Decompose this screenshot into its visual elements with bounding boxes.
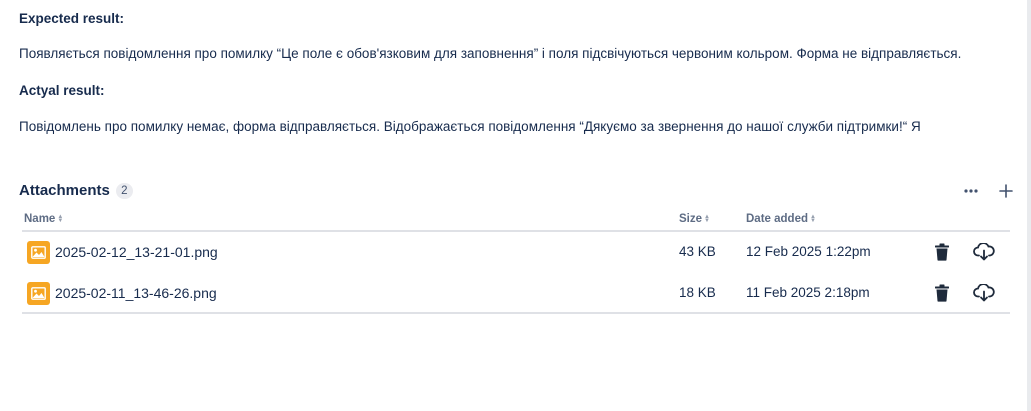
add-attachment-button[interactable] — [995, 180, 1017, 202]
attachments-table: Name ▲ ▼ Size ▲ ▼ Date added ▲ ▼ 2025-02-12… — [22, 208, 1010, 314]
column-size-label: Size — [679, 213, 703, 225]
sort-icon: ▲ ▼ — [704, 214, 710, 224]
attachments-header: Attachments 2 — [19, 182, 133, 199]
plus-icon — [999, 184, 1013, 198]
file-name-link[interactable]: 2025-02-12_13-21-01.png — [55, 244, 218, 260]
file-name-link[interactable]: 2025-02-11_13-46-26.png — [55, 285, 217, 301]
expected-result-text: Появляється повідомлення про помилку “Це… — [19, 46, 962, 61]
cloud-download-icon — [973, 243, 995, 261]
table-header: Name ▲ ▼ Size ▲ ▼ Date added ▲ ▼ — [22, 208, 1010, 232]
sort-icon: ▲ ▼ — [810, 214, 816, 224]
trash-icon — [935, 284, 949, 302]
table-row[interactable]: 2025-02-12_13-21-01.png 43 KB 12 Feb 202… — [22, 232, 1010, 273]
file-date-added: 11 Feb 2025 2:18pm — [746, 285, 870, 300]
file-size: 43 KB — [679, 244, 716, 259]
scrollbar-track[interactable] — [1027, 0, 1031, 411]
column-date-label: Date added — [746, 213, 808, 225]
image-icon — [27, 282, 50, 305]
more-actions-button[interactable] — [960, 180, 982, 202]
cloud-download-icon — [973, 284, 995, 302]
attachments-count-badge: 2 — [115, 182, 133, 199]
column-name-label: Name — [24, 213, 56, 225]
column-header-date[interactable]: Date added ▲ ▼ — [746, 213, 816, 225]
column-header-name[interactable]: Name ▲ ▼ — [24, 213, 63, 225]
actual-result-heading: Actyal result: — [19, 83, 105, 98]
image-icon — [27, 241, 50, 264]
attachments-title: Attachments — [19, 182, 110, 199]
more-horizontal-icon — [964, 189, 978, 193]
delete-attachment-button[interactable] — [931, 241, 953, 263]
expected-result-heading: Expected result: — [19, 11, 125, 26]
download-attachment-button[interactable] — [973, 241, 995, 263]
actual-result-text: Повідомлень про помилку немає, форма від… — [19, 119, 921, 134]
file-size: 18 KB — [679, 285, 716, 300]
trash-icon — [935, 243, 949, 261]
file-date-added: 12 Feb 2025 1:22pm — [746, 244, 871, 259]
table-row[interactable]: 2025-02-11_13-46-26.png 18 KB 11 Feb 202… — [22, 273, 1010, 314]
sort-icon: ▲ ▼ — [57, 214, 64, 224]
delete-attachment-button[interactable] — [931, 282, 953, 304]
column-header-size[interactable]: Size ▲ ▼ — [679, 213, 710, 225]
attachments-actions — [960, 180, 1017, 202]
download-attachment-button[interactable] — [973, 282, 995, 304]
